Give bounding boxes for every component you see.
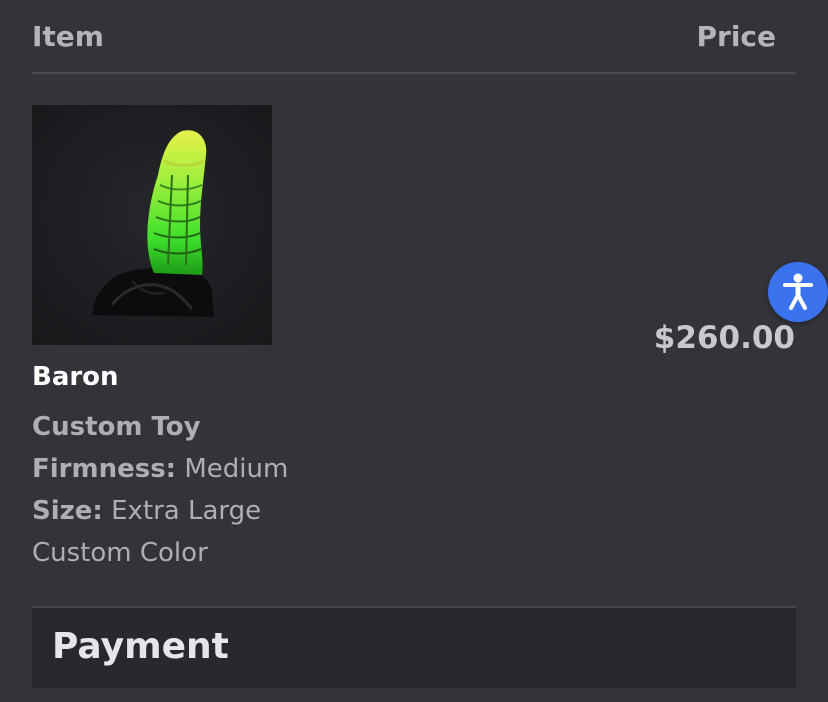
product-name[interactable]: Baron: [32, 362, 119, 392]
option-type-value: Custom Toy: [32, 412, 201, 442]
product-thumbnail[interactable]: [32, 105, 272, 345]
column-header-item: Item: [32, 20, 104, 53]
size-label: Size:: [32, 496, 103, 526]
cart-page: Item Price Baron Custom Toy Firmness: Me…: [0, 0, 828, 702]
payment-section-header: Payment: [32, 606, 796, 688]
column-header-price: Price: [696, 20, 776, 53]
payment-heading: Payment: [52, 626, 229, 667]
firmness-label: Firmness:: [32, 454, 177, 484]
accessibility-person-icon: [783, 273, 813, 310]
size-value: Extra Large: [111, 496, 262, 526]
product-image-icon: [92, 130, 214, 317]
product-option-size: Size: Extra Large: [32, 496, 261, 526]
table-header: Item Price: [32, 0, 796, 74]
product-option-type: Custom Toy: [32, 412, 201, 442]
product-option-color: Custom Color: [32, 538, 208, 568]
item-price: $260.00: [653, 320, 795, 356]
product-option-firmness: Firmness: Medium: [32, 454, 288, 484]
firmness-value: Medium: [184, 454, 289, 484]
accessibility-button[interactable]: [768, 262, 828, 322]
